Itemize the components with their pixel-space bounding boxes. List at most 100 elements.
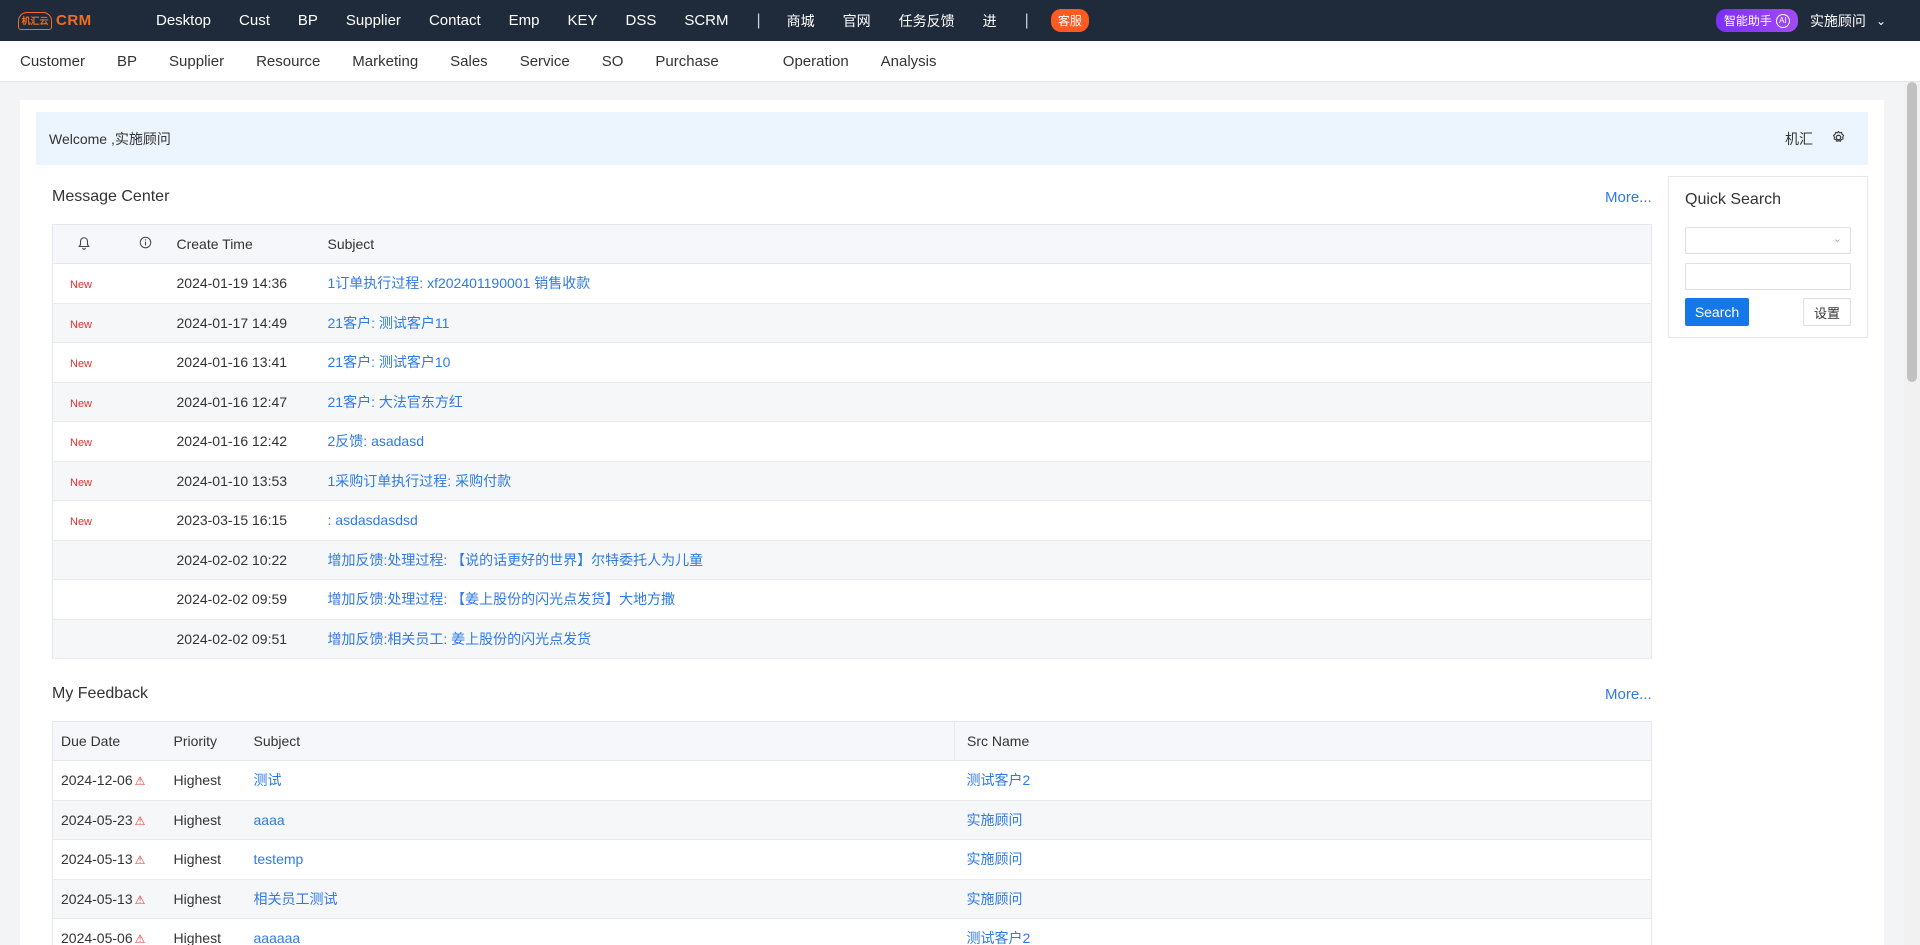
logo-text: CRM [56,12,92,29]
table-row[interactable]: 2024-02-02 10:22 增加反馈:处理过程: 【说的话更好的世界】尔特委… [52,540,1652,580]
column-header-subject[interactable]: Subject [327,224,1652,264]
table-row[interactable]: 2024-05-13 ⚠ Highest 相关员工测试 实施顾问 [52,879,1652,919]
chevron-down-icon: ⌄ [1832,233,1842,245]
welcome-bar: Welcome ,实施顾问 机汇 [36,112,1868,165]
column-header-priority[interactable]: Priority [173,721,254,761]
subnav-analysis[interactable]: Analysis [881,53,937,70]
top-nav-contact[interactable]: Contact [429,12,481,29]
table-row[interactable]: 2024-12-06 ⚠ Highest 测试 测试客户2 [52,760,1652,801]
feedback-table: Due Date Priority Subject Src Name 2024-… [52,721,1652,945]
subnav-operation[interactable]: Operation [783,53,849,70]
my-feedback-title: My Feedback [52,685,149,702]
column-header-due-date[interactable]: Due Date [52,721,174,761]
message-subject-link[interactable]: 21客户: 测试客户11 [328,315,450,331]
top-nav-bp[interactable]: BP [298,12,318,29]
subnav-customer[interactable]: Customer [20,53,85,70]
priority: Highest [173,839,254,880]
quick-search-input[interactable] [1685,263,1851,290]
top-nav-cust[interactable]: Cust [239,12,270,29]
subnav-bp[interactable]: BP [117,53,137,70]
crm-logo[interactable]: 机汇云 CRM [18,11,138,30]
message-subject-link[interactable]: 21客户: 大法官东方红 [328,394,463,410]
table-row[interactable]: 2024-05-23 ⚠ Highest aaaa 实施顾问 [52,800,1652,840]
message-center-more-link[interactable]: More... [1605,189,1652,206]
feedback-subject-link[interactable]: aaaa [254,812,285,828]
message-subject-link[interactable]: 1采购订单执行过程: 采购付款 [328,473,512,489]
table-row[interactable]: New 2024-01-16 12:47 21客户: 大法官东方红 [52,382,1652,422]
table-row[interactable]: New 2024-01-16 13:41 21客户: 测试客户10 [52,342,1652,383]
top-nav-dss[interactable]: DSS [626,12,657,29]
subnav-so[interactable]: SO [602,53,624,70]
top-nav-supplier[interactable]: Supplier [346,12,401,29]
top-nav-mall[interactable]: 商城 [787,11,815,31]
message-subject-link[interactable]: 增加反馈:处理过程: 【说的话更好的世界】尔特委托人为儿童 [328,552,704,568]
due-date: 2024-05-13 [61,890,133,907]
table-row[interactable]: 2024-05-13 ⚠ Highest testemp 实施顾问 [52,839,1652,880]
subnav-sales[interactable]: Sales [450,53,488,70]
gear-icon[interactable] [1831,130,1846,148]
new-badge: New [70,358,93,371]
bell-icon[interactable] [52,224,115,264]
table-row[interactable]: New 2023-03-15 16:15: asdasdasdsd [52,500,1652,541]
feedback-subject-link[interactable]: 相关员工测试 [254,891,338,907]
subnav-purchase[interactable]: Purchase [655,53,718,70]
subnav-marketing[interactable]: Marketing [352,53,418,70]
create-time: 2024-01-19 14:36 [176,263,328,304]
src-name-link[interactable]: 测试客户2 [967,772,1031,788]
column-header-src-name[interactable]: Src Name [954,721,1652,761]
company-name[interactable]: 机汇 [1785,129,1813,149]
chevron-down-icon[interactable]: ⌄ [1876,14,1886,28]
my-feedback-more-link[interactable]: More... [1605,686,1652,703]
message-subject-link[interactable]: : asdasdasdsd [328,512,418,528]
message-subject-link[interactable]: 21客户: 测试客户10 [328,354,451,370]
message-subject-link[interactable]: 1订单执行过程: xf202401190001 销售收款 [328,275,591,291]
src-name-link[interactable]: 实施顾问 [967,812,1023,828]
top-nav-task-feedback[interactable]: 任务反馈 [899,11,955,31]
new-badge: New [70,397,93,410]
table-row[interactable]: 2024-02-02 09:51 增加反馈:相关员工: 姜上股份的闪光点发货 [52,619,1652,659]
message-subject-link[interactable]: 2反馈: asadasd [328,433,425,449]
create-time: 2024-01-17 14:49 [176,303,328,343]
message-center-title: Message Center [52,188,170,205]
message-subject-link[interactable]: 增加反馈:相关员工: 姜上股份的闪光点发货 [328,631,592,647]
feedback-subject-link[interactable]: testemp [254,851,304,867]
column-header-create-time[interactable]: Create Time [176,224,328,264]
priority: Highest [173,879,254,919]
search-button[interactable]: Search [1685,298,1749,326]
top-nav-scrm[interactable]: SCRM [684,12,728,29]
top-nav-enter[interactable]: 进 [983,11,997,31]
info-icon[interactable] [114,224,177,264]
table-row[interactable]: New 2024-01-17 14:49 21客户: 测试客户11 [52,303,1652,343]
customer-service-button[interactable]: 客服 [1050,9,1089,32]
src-name-link[interactable]: 测试客户2 [967,930,1031,945]
create-time: 2024-02-02 10:22 [176,540,328,580]
quick-search-panel: Quick Search ⌄ Search 设置 [1668,176,1868,338]
src-name-link[interactable]: 实施顾问 [967,851,1023,867]
table-row[interactable]: New 2024-01-16 12:42 2反馈: asadasd [52,421,1652,462]
feedback-subject-link[interactable]: aaaaaa [254,930,301,945]
user-menu[interactable]: 实施顾问 [1810,11,1866,31]
top-nav-key[interactable]: KEY [567,12,597,29]
feedback-subject-link[interactable]: 测试 [254,772,282,788]
subnav-service[interactable]: Service [520,53,570,70]
settings-button[interactable]: 设置 [1803,298,1851,326]
search-type-select[interactable]: ⌄ [1685,227,1851,254]
top-nav-official-site[interactable]: 官网 [843,11,871,31]
page-scrollbar[interactable] [1904,82,1920,945]
src-name-link[interactable]: 实施顾问 [967,891,1023,907]
table-header-row: Create Time Subject [52,224,1652,264]
table-row[interactable]: 2024-05-06 ⚠ Highest aaaaaa 测试客户2 [52,918,1652,945]
top-nav-emp[interactable]: Emp [509,12,540,29]
column-header-subject[interactable]: Subject [253,721,955,761]
subnav-supplier[interactable]: Supplier [169,53,224,70]
table-row[interactable]: New 2024-01-19 14:36 1订单执行过程: xf2024011900… [52,263,1652,304]
message-subject-link[interactable]: 增加反馈:处理过程: 【姜上股份的闪光点发货】大地方撒 [328,591,676,607]
create-time: 2024-01-10 13:53 [176,461,328,501]
subnav-resource[interactable]: Resource [256,53,320,70]
ai-assistant-button[interactable]: 智能助手 AI [1715,9,1798,32]
scrollbar-thumb[interactable] [1907,82,1917,382]
ai-icon: AI [1775,13,1790,28]
top-nav-desktop[interactable]: Desktop [156,12,211,29]
table-row[interactable]: New 2024-01-10 13:53 1采购订单执行过程: 采购付款 [52,461,1652,501]
table-row[interactable]: 2024-02-02 09:59 增加反馈:处理过程: 【姜上股份的闪光点发货】大… [52,579,1652,620]
